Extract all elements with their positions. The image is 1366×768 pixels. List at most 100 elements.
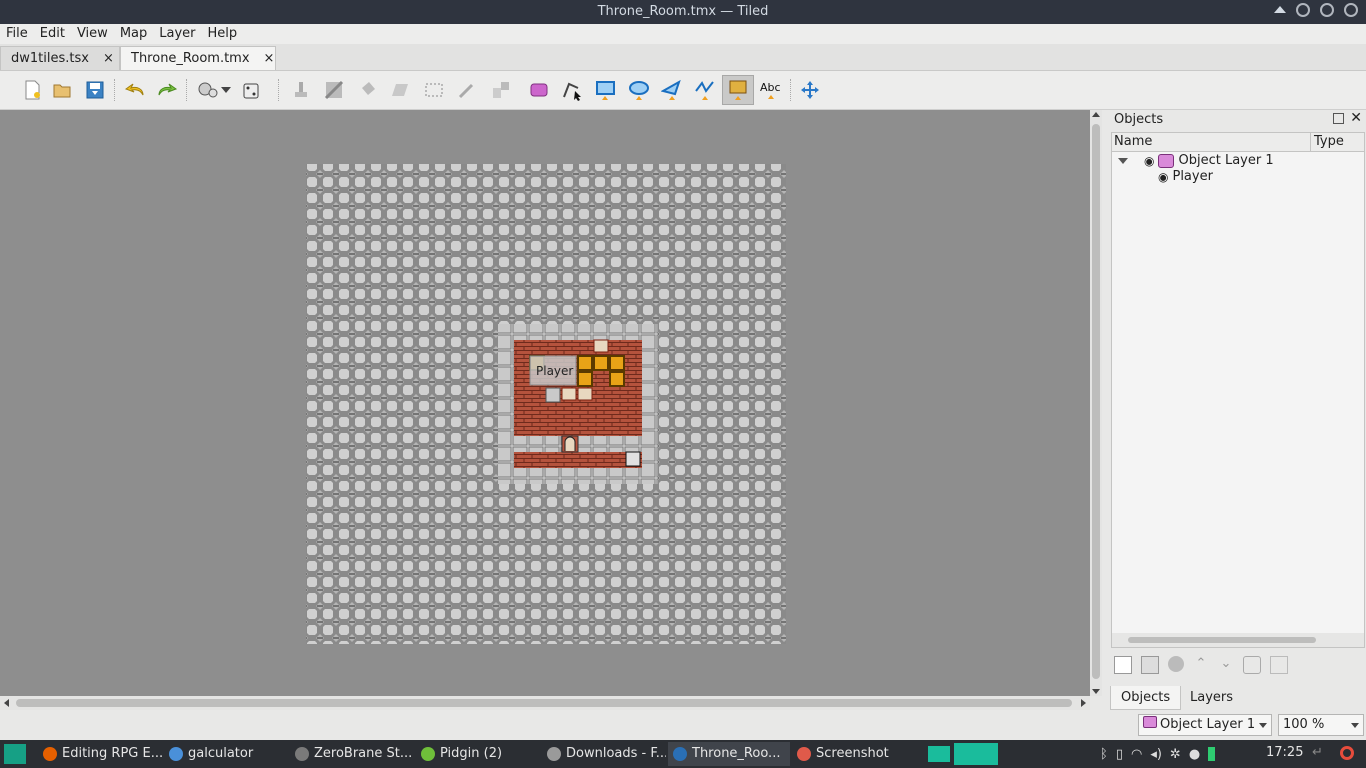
eraser-icon[interactable] xyxy=(388,78,412,102)
chevron-down-icon[interactable] xyxy=(220,78,232,102)
layer-select[interactable]: Object Layer 1 xyxy=(1138,714,1272,736)
insert-text-icon[interactable]: Abc xyxy=(759,78,783,102)
undo-icon[interactable] xyxy=(123,78,147,102)
clipboard-icon[interactable]: ▯ xyxy=(1116,747,1123,762)
task-firefox[interactable]: Editing RPG E... xyxy=(38,742,162,766)
counter-block xyxy=(577,355,593,371)
battery-icon[interactable] xyxy=(1208,747,1216,761)
settings-icon[interactable]: ✲ xyxy=(1170,747,1181,762)
insert-ellipse-icon[interactable] xyxy=(627,78,651,102)
close-tab-icon[interactable]: × xyxy=(103,51,114,66)
objects-panel-title: Objects xyxy=(1114,112,1164,127)
maximize-button[interactable] xyxy=(1320,3,1334,17)
insert-polyline-icon[interactable] xyxy=(693,78,717,102)
random-mode-icon[interactable] xyxy=(240,78,264,102)
tab-objects[interactable]: Objects xyxy=(1110,686,1182,710)
task-downloads[interactable]: Downloads - F... xyxy=(542,742,666,766)
eye-icon[interactable]: ◉ xyxy=(1144,154,1154,168)
chat-icon[interactable]: ● xyxy=(1189,747,1200,762)
bluetooth-icon[interactable]: ᛒ xyxy=(1100,747,1108,762)
zoom-select[interactable]: 100 % xyxy=(1278,714,1364,736)
open-file-icon[interactable] xyxy=(50,78,74,102)
move-up-icon[interactable]: ⌃ xyxy=(1193,656,1209,672)
tree-row-player[interactable]: ◉ Player xyxy=(1158,169,1213,184)
tab-layers[interactable]: Layers xyxy=(1180,686,1243,710)
chevron-down-icon[interactable] xyxy=(1259,723,1267,728)
new-file-icon[interactable] xyxy=(20,78,44,102)
logout-icon[interactable]: ↵ xyxy=(1312,745,1323,760)
eye-icon[interactable]: ◉ xyxy=(1158,170,1168,184)
tab-throne-room[interactable]: Throne_Room.tmx × xyxy=(120,46,276,70)
scroll-left-icon[interactable] xyxy=(4,699,9,707)
counter-block xyxy=(609,355,625,371)
menu-layer[interactable]: Layer xyxy=(153,24,201,44)
command-icon[interactable] xyxy=(196,78,220,102)
canvas-vertical-scrollbar[interactable] xyxy=(1090,110,1102,696)
chevron-down-icon[interactable] xyxy=(1118,157,1128,164)
menu-edit[interactable]: Edit xyxy=(34,24,71,44)
counter-block xyxy=(593,355,609,371)
stamp-brush-icon[interactable] xyxy=(289,78,313,102)
menu-map[interactable]: Map xyxy=(114,24,153,44)
move-to-layer-icon[interactable] xyxy=(1243,656,1261,674)
column-type[interactable]: Type xyxy=(1314,134,1344,149)
object-layer-icon xyxy=(1158,153,1175,168)
wifi-icon[interactable]: ◠ xyxy=(1131,747,1142,762)
move-icon[interactable] xyxy=(798,78,822,102)
panel-splitter[interactable] xyxy=(1102,110,1110,710)
menu-view[interactable]: View xyxy=(71,24,114,44)
task-zerobrane[interactable]: ZeroBrane St... xyxy=(290,742,414,766)
redo-icon[interactable] xyxy=(155,78,179,102)
bucket-fill-icon[interactable] xyxy=(356,78,380,102)
player-object-label[interactable]: Player xyxy=(536,364,573,378)
treasure-chest xyxy=(561,387,577,401)
menu-file[interactable]: File xyxy=(0,24,34,44)
select-objects-icon[interactable] xyxy=(528,78,552,102)
terrain-brush-icon[interactable] xyxy=(322,78,346,102)
scroll-right-icon[interactable] xyxy=(1081,699,1086,707)
remove-icon[interactable] xyxy=(1168,656,1184,672)
duplicate-icon[interactable] xyxy=(1141,656,1159,674)
insert-rectangle-icon[interactable] xyxy=(594,78,618,102)
close-tab-icon[interactable]: × xyxy=(264,51,275,66)
new-layer-icon[interactable] xyxy=(1114,656,1132,674)
map-view[interactable]: Player xyxy=(0,110,1090,696)
scroll-up-icon[interactable] xyxy=(1092,112,1100,117)
column-name[interactable]: Name xyxy=(1114,134,1152,149)
save-icon[interactable] xyxy=(83,78,107,102)
tree-horizontal-scroll-thumb[interactable] xyxy=(1128,637,1316,643)
screenshot-tray-icon[interactable] xyxy=(1340,746,1354,760)
edit-polygons-icon[interactable] xyxy=(560,78,584,102)
clock[interactable]: 17:25 xyxy=(1266,745,1303,760)
properties-icon[interactable] xyxy=(1270,656,1288,674)
menu-help[interactable]: Help xyxy=(202,24,244,44)
minimize-button[interactable] xyxy=(1296,3,1310,17)
float-panel-icon[interactable] xyxy=(1333,113,1344,124)
tab-dw1tiles[interactable]: dw1tiles.tsx × xyxy=(0,46,120,70)
rectangle-select-icon[interactable] xyxy=(422,78,446,102)
start-menu-icon[interactable] xyxy=(4,744,26,764)
layer-select-value: Object Layer 1 xyxy=(1160,717,1256,732)
tree-row-object-layer[interactable]: ◉ Object Layer 1 xyxy=(1118,153,1274,168)
close-panel-icon[interactable]: ✕ xyxy=(1350,110,1362,126)
insert-polygon-icon[interactable] xyxy=(660,78,684,102)
chevron-down-icon[interactable] xyxy=(1351,723,1359,728)
map-canvas[interactable]: Player xyxy=(0,110,1090,696)
volume-icon[interactable]: ◂) xyxy=(1150,747,1162,762)
insert-tile-icon[interactable] xyxy=(722,75,754,105)
select-same-tile-icon[interactable] xyxy=(489,78,513,102)
magic-wand-icon[interactable] xyxy=(455,78,479,102)
close-button[interactable] xyxy=(1344,3,1358,17)
canvas-horizontal-scrollbar[interactable] xyxy=(0,696,1090,710)
task-screenshot[interactable]: Screenshot xyxy=(792,742,916,766)
workspace-1-icon[interactable] xyxy=(928,746,950,762)
vertical-scroll-thumb[interactable] xyxy=(1092,124,1100,679)
workspace-2-icon[interactable] xyxy=(954,743,998,765)
move-down-icon[interactable]: ⌄ xyxy=(1218,656,1234,672)
scroll-down-icon[interactable] xyxy=(1092,689,1100,694)
task-tiled[interactable]: Throne_Roo... xyxy=(668,742,790,766)
task-pidgin[interactable]: Pidgin (2) xyxy=(416,742,540,766)
task-galculator[interactable]: galculator xyxy=(164,742,288,766)
horizontal-scroll-thumb[interactable] xyxy=(16,699,1072,707)
shade-icon[interactable] xyxy=(1274,6,1286,13)
